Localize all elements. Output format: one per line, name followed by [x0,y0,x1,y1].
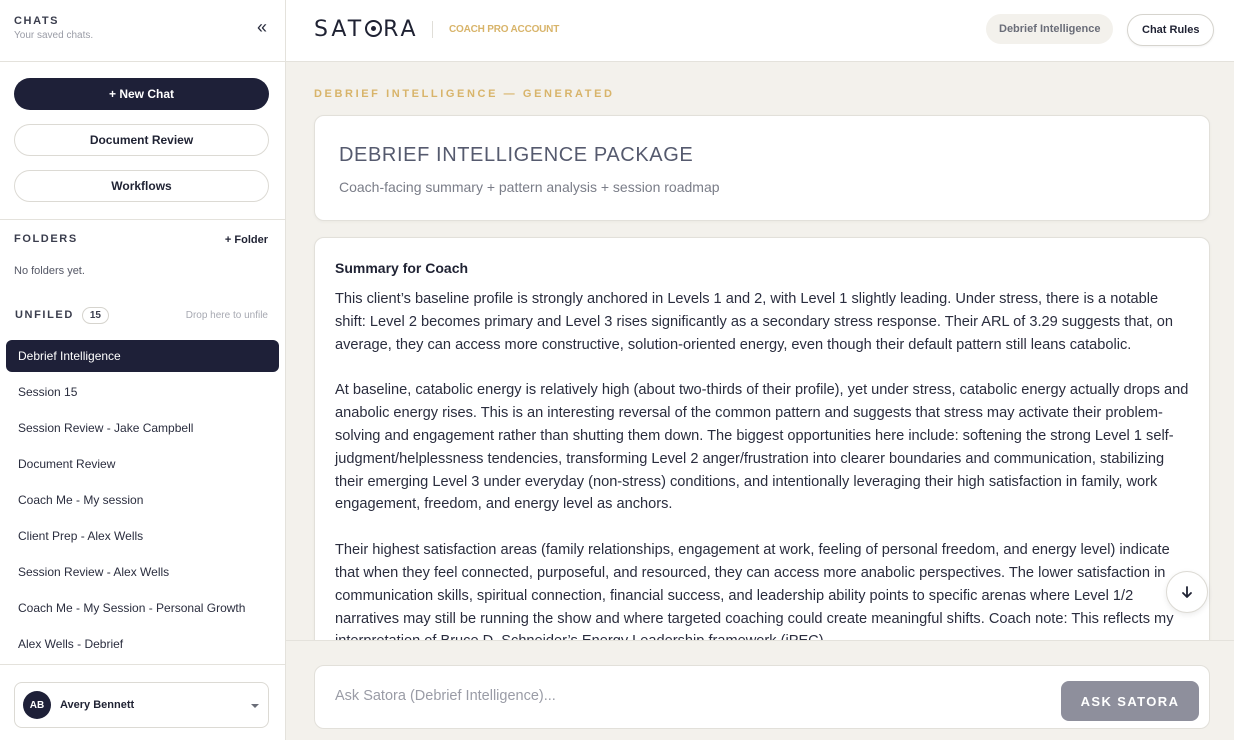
arrow-down-glyph [1182,586,1192,598]
summary-card: Summary for Coach This client’s baseline… [314,237,1210,640]
sidebar-actions: + New Chat Document Review Workflows [0,62,285,220]
add-folder-button[interactable]: + Folder [225,234,268,246]
summary-title: Summary for Coach [335,260,469,276]
chat-item-session-review-alex-wells[interactable]: Session Review - Alex Wells [6,556,279,588]
document-review-button[interactable]: Document Review [14,124,269,156]
main-content[interactable]: DEBRIEF INTELLIGENCE — GENERATED DEBRIEF… [286,62,1234,640]
chat-item-session-review-jake-campbell[interactable]: Session Review - Jake Campbell [6,412,279,444]
sidebar-footer-divider [0,664,285,665]
avatar: AB [23,691,51,719]
summary-paragraph: This client’s baseline profile is strong… [335,291,1173,353]
logo-text-start: SAT [314,17,365,42]
chat-item-debrief-intelligence[interactable]: Debrief Intelligence [6,340,279,372]
logo-text-end: RA [383,17,419,42]
account-label: COACH PRO ACCOUNT [449,24,560,35]
package-title: DEBRIEF INTELLIGENCE PACKAGE [339,144,694,166]
logo-o-mark [365,20,383,37]
folders-section: FOLDERS + Folder No folders yet. [0,220,285,277]
no-folders-text: No folders yet. [14,265,85,277]
drop-hint: Drop here to unfile [185,309,268,321]
logo-divider [432,21,433,38]
sidebar-title: CHATS [14,15,60,27]
chat-list: Debrief Intelligence Session 15 Session … [0,340,285,660]
ask-input[interactable] [335,684,1035,708]
new-chat-button[interactable]: + New Chat [14,78,269,110]
ask-satora-button[interactable]: ASK SATORA [1061,681,1199,721]
caret-down-icon [251,704,259,708]
summary-paragraph: At baseline, catabolic energy is relativ… [335,382,1189,513]
package-card: DEBRIEF INTELLIGENCE PACKAGE Coach-facin… [314,115,1210,221]
chat-item-client-prep-alex-wells[interactable]: Client Prep - Alex Wells [6,520,279,552]
arrow-down-icon[interactable] [1166,571,1208,613]
summary-paragraph: Their highest satisfaction areas (family… [335,542,1174,640]
package-subtitle: Coach-facing summary + pattern analysis … [339,179,720,195]
chat-item-document-review[interactable]: Document Review [6,448,279,480]
workflows-button[interactable]: Workflows [14,170,269,202]
chat-item-session-15[interactable]: Session 15 [6,376,279,408]
unfiled-count-badge: 15 [81,306,109,324]
current-mode-tag: Debrief Intelligence [986,14,1114,44]
user-name: Avery Bennett [60,699,135,711]
chat-item-coach-me-my-session[interactable]: Coach Me - My session [6,484,279,516]
unfiled-header: UNFILED 15 Drop here to unfile [0,304,285,326]
input-bar: ASK SATORA [286,640,1234,740]
section-eyebrow: DEBRIEF INTELLIGENCE — GENERATED [314,88,615,100]
unfiled-label: UNFILED [15,309,74,321]
user-menu[interactable]: AB Avery Bennett [14,682,269,728]
sidebar: CHATS Your saved chats. « + New Chat Doc… [0,0,286,740]
ask-input-container: ASK SATORA [314,665,1210,729]
chat-rules-button[interactable]: Chat Rules [1127,14,1215,46]
collapse-sidebar-icon[interactable]: « [257,18,267,36]
chat-item-coach-me-personal-growth[interactable]: Coach Me - My Session - Personal Growth [6,592,279,624]
satora-logo[interactable]: SAT RA [314,17,419,42]
sidebar-subtitle: Your saved chats. [14,30,94,41]
top-bar: SAT RA COACH PRO ACCOUNT Debrief Intellig… [286,0,1234,62]
sidebar-header: CHATS Your saved chats. « [0,0,285,62]
chat-item-alex-wells-debrief[interactable]: Alex Wells - Debrief [6,628,279,660]
